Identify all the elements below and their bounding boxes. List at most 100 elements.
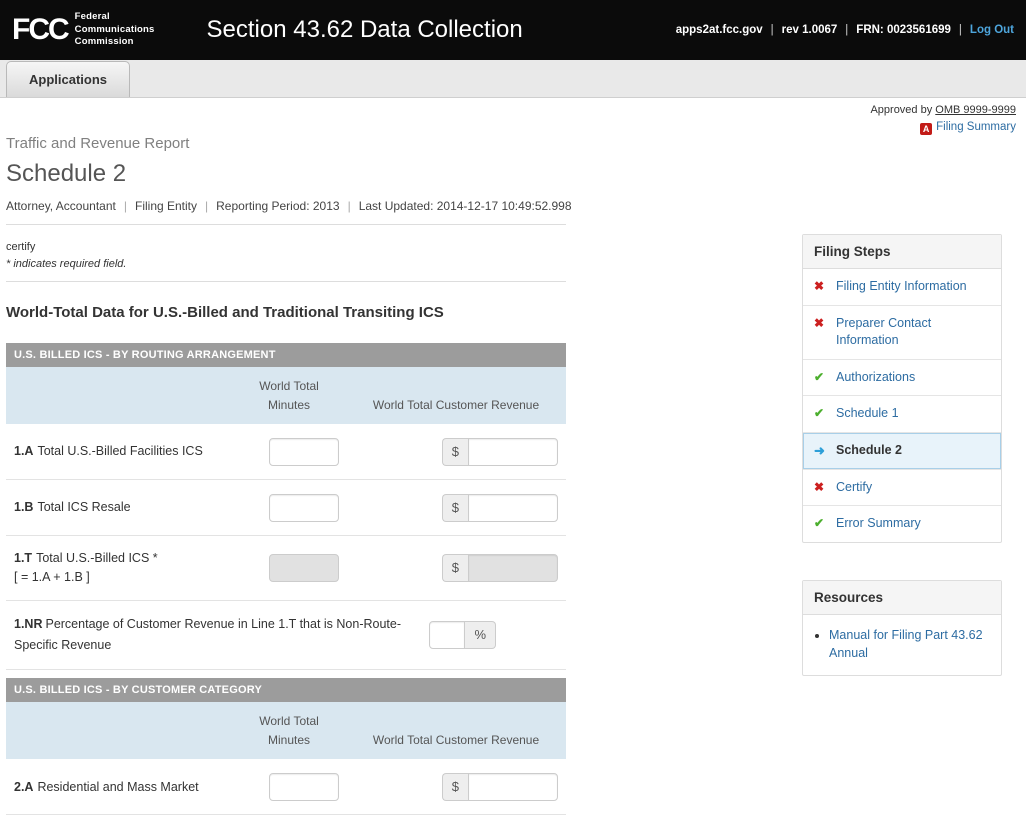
minutes-input-2a[interactable] — [269, 773, 339, 801]
page-content: Approved by OMB 9999-9999 A Filing Summar… — [0, 98, 1026, 815]
row-label: 1.ATotal U.S.-Billed Facilities ICS — [14, 442, 239, 461]
meta-last-updated: Last Updated: 2014-12-17 10:49:52.998 — [359, 199, 572, 213]
row-formula: [ = 1.A + 1.B ] — [14, 568, 239, 587]
header-revision: rev 1.0067 — [782, 24, 838, 36]
table-row-1t: 1.TTotal U.S.-Billed ICS * [ = 1.A + 1.B… — [6, 536, 566, 601]
approved-by-text: Approved by — [870, 104, 932, 116]
check-icon: ✔ — [814, 369, 828, 386]
meta-entity-roles: Attorney, Accountant — [6, 199, 116, 213]
section-heading: World-Total Data for U.S.-Billed and Tra… — [6, 304, 566, 321]
filing-step-certify[interactable]: ✖ Certify — [803, 470, 1001, 507]
revenue-input-1b[interactable] — [468, 494, 558, 522]
percent-input-1nr[interactable] — [429, 621, 465, 649]
pdf-icon: A — [920, 123, 932, 135]
table-section-header: U.S. BILLED ICS - BY CUSTOMER CATEGORY — [6, 678, 566, 702]
current-step-label: Schedule 2 — [836, 442, 902, 460]
table-row-2a: 2.AResidential and Mass Market $ — [6, 759, 566, 815]
currency-addon: $ — [442, 438, 468, 466]
filing-step-error-summary[interactable]: ✔ Error Summary — [803, 506, 1001, 542]
meta-separator: | — [205, 199, 208, 213]
filing-step-authorizations[interactable]: ✔ Authorizations — [803, 360, 1001, 397]
revenue-input-1t — [468, 554, 558, 582]
row-label: 2.AResidential and Mass Market — [14, 778, 239, 797]
column-header-revenue: World Total Customer Revenue — [354, 396, 558, 415]
tab-applications[interactable]: Applications — [6, 61, 130, 97]
column-header-minutes: World Total Minutes — [224, 712, 354, 749]
filing-steps-title: Filing Steps — [803, 235, 1001, 269]
filing-step-link[interactable]: Certify — [836, 479, 872, 497]
logout-link[interactable]: Log Out — [970, 24, 1014, 36]
row-label: 1.NRPercentage of Customer Revenue in Li… — [14, 614, 429, 657]
error-icon: ✖ — [814, 315, 828, 332]
sidebar: Filing Steps ✖ Filing Entity Information… — [802, 234, 1002, 676]
revenue-input-1a[interactable] — [468, 438, 558, 466]
resources-title: Resources — [803, 581, 1001, 615]
omb-link[interactable]: OMB 9999-9999 — [935, 104, 1016, 116]
routing-arrangement-table: U.S. BILLED ICS - BY ROUTING ARRANGEMENT… — [6, 343, 566, 670]
row-label: 1.BTotal ICS Resale — [14, 498, 239, 517]
omb-approval-line: Approved by OMB 9999-9999 — [6, 104, 1016, 116]
meta-reporting-period: Reporting Period: 2013 — [216, 199, 339, 213]
filing-summary-link[interactable]: Filing Summary — [936, 121, 1016, 133]
manual-link[interactable]: Manual for Filing Part 43.62 Annual — [829, 628, 983, 660]
customer-category-table: U.S. BILLED ICS - BY CUSTOMER CATEGORY W… — [6, 678, 566, 815]
divider — [6, 281, 566, 282]
error-icon: ✖ — [814, 479, 828, 496]
check-icon: ✔ — [814, 515, 828, 532]
resources-list: Manual for Filing Part 43.62 Annual — [803, 615, 1001, 675]
header-host: apps2at.fcc.gov — [676, 24, 763, 36]
column-header-row: World Total Minutes World Total Customer… — [6, 367, 566, 424]
filing-step-schedule-2[interactable]: ➜ Schedule 2 — [803, 433, 1001, 470]
column-header-minutes: World Total Minutes — [224, 377, 354, 414]
meta-separator: | — [348, 199, 351, 213]
percent-addon: % — [465, 621, 496, 649]
fcc-logo-text: Federal Communications Commission — [75, 11, 155, 48]
meta-separator: | — [124, 199, 127, 213]
report-meta: Attorney, Accountant|Filing Entity|Repor… — [6, 199, 1016, 213]
report-title: Traffic and Revenue Report — [6, 135, 1016, 152]
table-row-1a: 1.ATotal U.S.-Billed Facilities ICS $ — [6, 424, 566, 480]
primary-nav: Applications — [0, 60, 1026, 98]
form-column: certify * indicates required field. Worl… — [6, 225, 566, 815]
filing-step-link[interactable]: Authorizations — [836, 369, 915, 387]
app-title: Section 43.62 Data Collection — [207, 16, 523, 44]
fcc-logo-acronym: FCC — [12, 13, 68, 47]
fcc-logo: FCC Federal Communications Commission — [12, 11, 155, 48]
filing-step-link[interactable]: Filing Entity Information — [836, 278, 967, 296]
revenue-input-2a[interactable] — [468, 773, 558, 801]
arrow-right-icon: ➜ — [814, 442, 828, 460]
filing-step-link[interactable]: Preparer Contact Information — [836, 315, 990, 350]
header-frn: FRN: 0023561699 — [856, 24, 951, 36]
minutes-input-1t — [269, 554, 339, 582]
column-header-row: World Total Minutes World Total Customer… — [6, 702, 566, 759]
header-separator: | — [845, 24, 848, 36]
filing-step-filing-entity-information[interactable]: ✖ Filing Entity Information — [803, 269, 1001, 306]
table-row-1nr: 1.NRPercentage of Customer Revenue in Li… — [6, 601, 566, 671]
approval-block: Approved by OMB 9999-9999 A Filing Summar… — [6, 104, 1016, 135]
filing-step-preparer-contact-information[interactable]: ✖ Preparer Contact Information — [803, 306, 1001, 360]
required-field-note: * indicates required field. — [6, 258, 566, 270]
header-meta: apps2at.fcc.gov | rev 1.0067 | FRN: 0023… — [676, 24, 1014, 36]
filing-step-link[interactable]: Error Summary — [836, 515, 921, 533]
filing-step-link[interactable]: Schedule 1 — [836, 405, 899, 423]
resource-item: Manual for Filing Part 43.62 Annual — [829, 626, 991, 662]
currency-addon: $ — [442, 494, 468, 522]
page-title: Schedule 2 — [6, 160, 1016, 188]
table-section-header: U.S. BILLED ICS - BY ROUTING ARRANGEMENT — [6, 343, 566, 367]
filing-step-schedule-1[interactable]: ✔ Schedule 1 — [803, 396, 1001, 433]
table-row-1b: 1.BTotal ICS Resale $ — [6, 480, 566, 536]
currency-addon: $ — [442, 773, 468, 801]
header-separator: | — [959, 24, 962, 36]
error-icon: ✖ — [814, 278, 828, 295]
filing-steps-panel: Filing Steps ✖ Filing Entity Information… — [802, 234, 1002, 543]
resources-panel: Resources Manual for Filing Part 43.62 A… — [802, 580, 1002, 676]
header-separator: | — [771, 24, 774, 36]
row-label: 1.TTotal U.S.-Billed ICS * [ = 1.A + 1.B… — [14, 549, 239, 587]
currency-addon: $ — [442, 554, 468, 582]
check-icon: ✔ — [814, 405, 828, 422]
app-header: FCC Federal Communications Commission Se… — [0, 0, 1026, 60]
minutes-input-1a[interactable] — [269, 438, 339, 466]
minutes-input-1b[interactable] — [269, 494, 339, 522]
column-header-revenue: World Total Customer Revenue — [354, 731, 558, 750]
certify-note: certify — [6, 241, 566, 253]
